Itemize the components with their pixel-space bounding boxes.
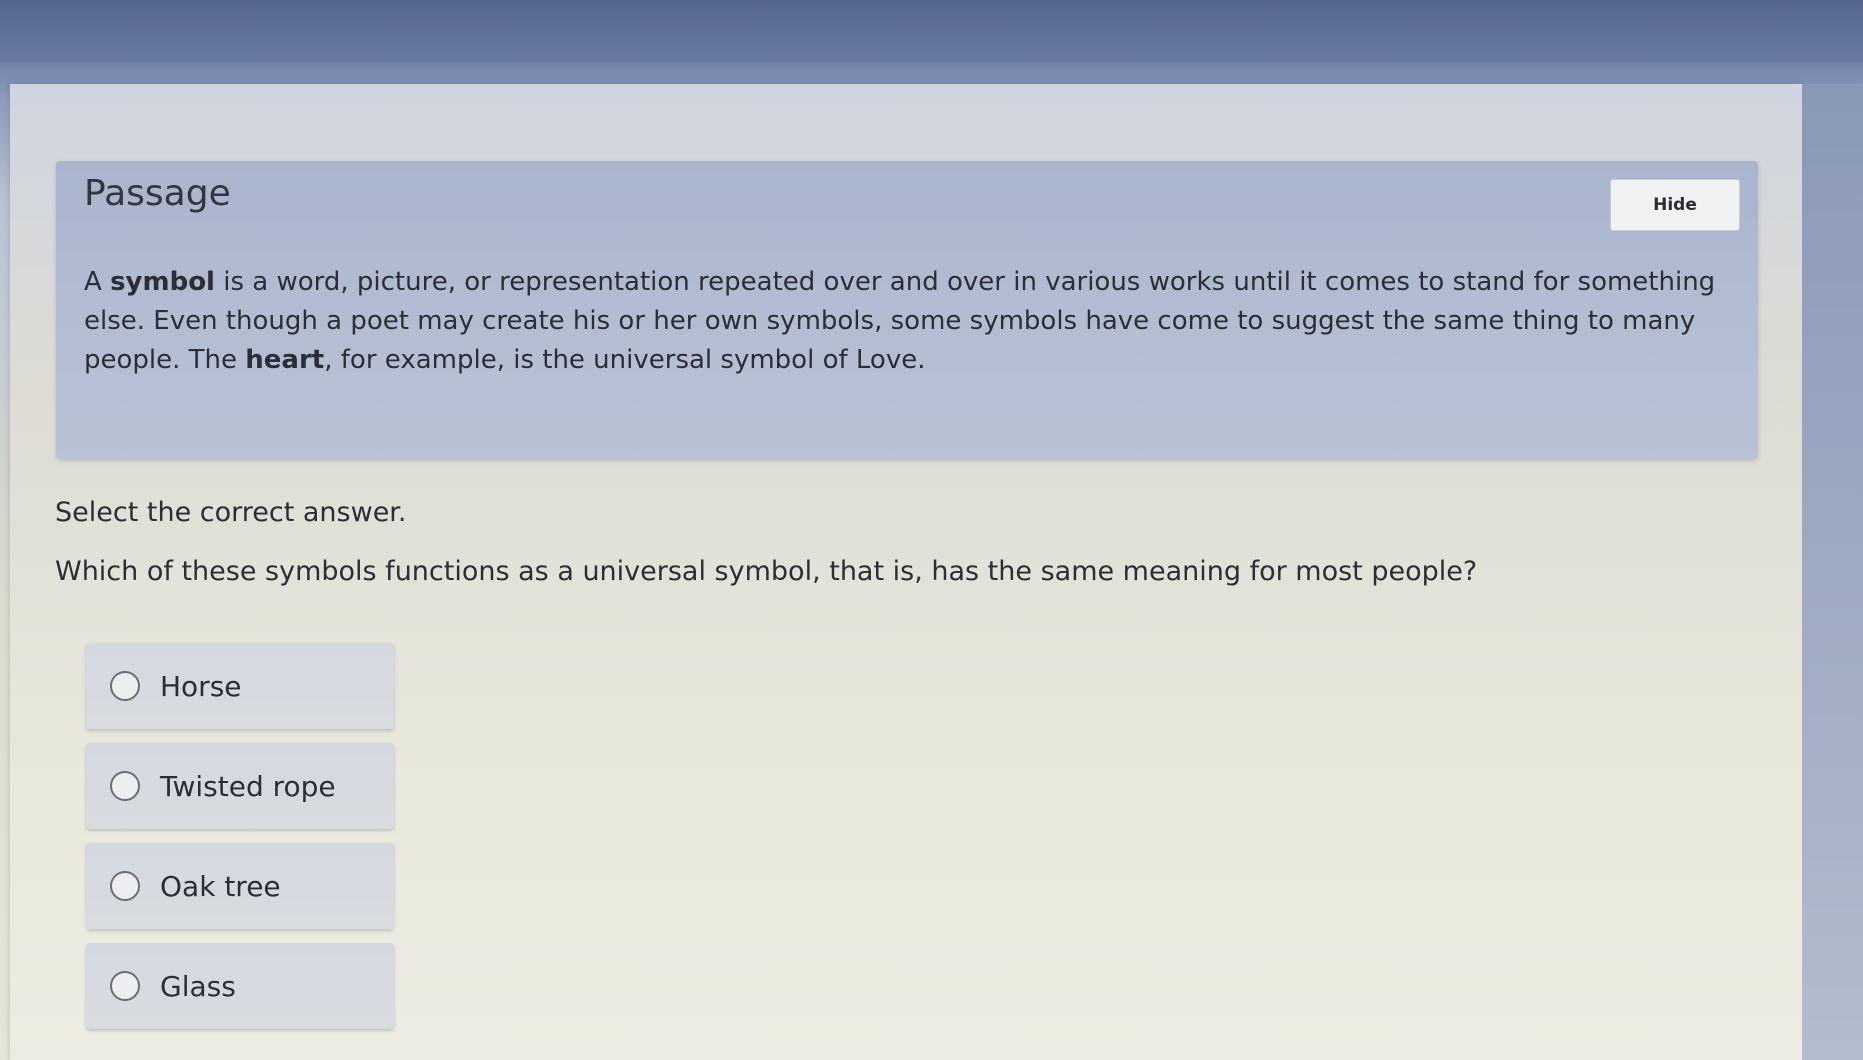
passage-text-part-3: , for example, is the universal symbol o…: [324, 345, 926, 375]
answer-option-label: Oak tree: [160, 869, 281, 903]
answer-option-label: Horse: [160, 669, 242, 703]
instruction-text: Select the correct answer.: [55, 497, 407, 528]
answer-option-horse[interactable]: Horse: [86, 643, 394, 729]
passage-title: Passage: [84, 173, 231, 214]
radio-unchecked-icon[interactable]: [110, 771, 140, 801]
browser-top-bar: [0, 0, 1863, 62]
radio-unchecked-icon[interactable]: [110, 871, 140, 901]
passage-text: A symbol is a word, picture, or represen…: [84, 263, 1724, 380]
hide-button[interactable]: Hide: [1610, 179, 1740, 231]
answer-option-twisted-rope[interactable]: Twisted rope: [86, 743, 394, 829]
radio-unchecked-icon[interactable]: [110, 671, 140, 701]
question-prompt: Which of these symbols functions as a un…: [55, 556, 1478, 587]
term-symbol: symbol: [110, 267, 215, 297]
page-right-edge: [1802, 84, 1863, 1060]
radio-unchecked-icon[interactable]: [110, 971, 140, 1001]
answer-option-label: Glass: [160, 969, 236, 1003]
answer-option-oak-tree[interactable]: Oak tree: [86, 843, 394, 929]
passage-panel: Passage Hide A symbol is a word, picture…: [56, 161, 1758, 459]
answer-options: Horse Twisted rope Oak tree Glass: [86, 643, 394, 1043]
term-heart: heart: [245, 345, 325, 375]
answer-option-glass[interactable]: Glass: [86, 943, 394, 1029]
passage-text-part-1: A: [84, 267, 111, 297]
answer-option-label: Twisted rope: [160, 769, 336, 803]
